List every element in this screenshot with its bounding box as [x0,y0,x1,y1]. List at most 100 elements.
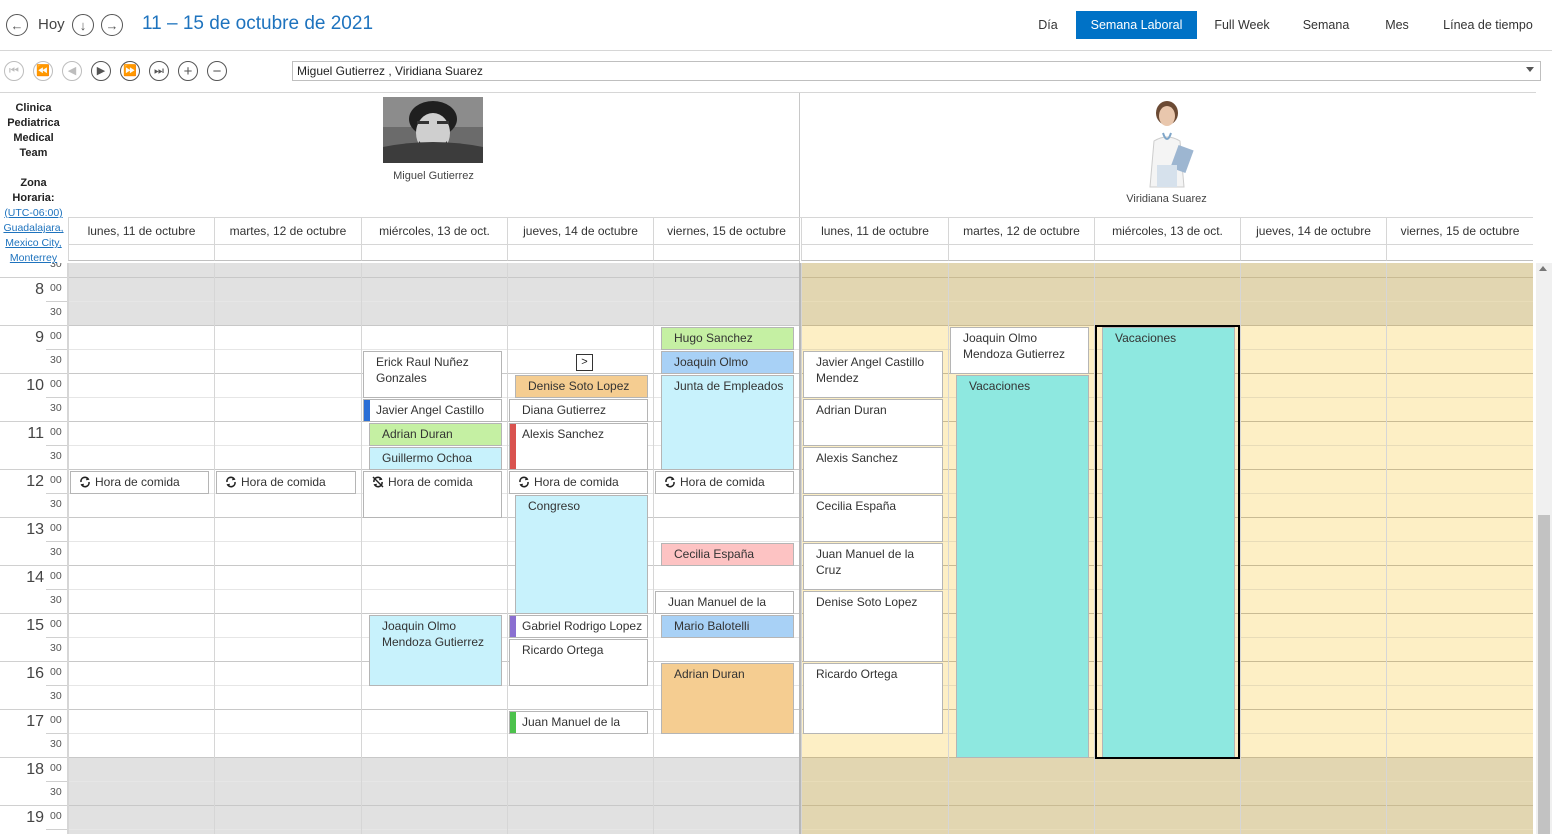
day-header[interactable]: viernes, 15 de octubre [1386,218,1533,244]
appointment[interactable]: Cecilia España [803,495,943,542]
time-grid[interactable]: 0073000830009300010300011300012300013300… [0,263,1533,834]
appointment[interactable]: Javier Angel Castillo [363,399,502,422]
day-header[interactable]: miércoles, 13 de oct. [1094,218,1240,244]
time-slot[interactable] [68,806,799,830]
appointment[interactable]: Gabriel Rodrigo Lopez [509,615,648,638]
first-page-icon[interactable]: ⏮ [4,61,24,81]
appointment-subject: Congreso [528,499,581,513]
time-slot[interactable] [68,782,799,806]
appointment[interactable]: Junta de Empleados [661,375,794,470]
back-arrow-icon[interactable]: ← [6,14,28,36]
day-header[interactable]: lunes, 11 de octubre [68,218,214,244]
down-arrow-icon[interactable]: ↓ [72,14,94,36]
appointment[interactable]: Hora de comida [509,471,648,494]
appointment[interactable]: Congreso [515,495,648,614]
appointment[interactable]: Alexis Sanchez [803,447,943,494]
all-day-cell[interactable] [653,244,799,261]
appointment[interactable]: Juan Manuel de la Cruz [803,543,943,590]
resource-selector[interactable]: Miguel Gutierrez , Viridiana Suarez [292,61,1541,81]
fast-forward-icon[interactable]: ⏩ [120,61,140,81]
appointment[interactable]: Hugo Sanchez [661,327,794,350]
scrollbar-thumb[interactable] [1538,515,1550,834]
all-day-cell[interactable] [1386,244,1533,261]
view-full-week-button[interactable]: Full Week [1204,11,1280,39]
appointment[interactable]: Diana Gutierrez [509,399,648,422]
view-timeline-button[interactable]: Línea de tiempo [1436,11,1540,39]
time-slot[interactable] [801,806,1533,830]
appointment[interactable]: Denise Soto Lopez [803,591,943,662]
forward-arrow-icon[interactable]: → [101,14,123,36]
all-day-cell[interactable] [361,244,507,261]
tz-link-line-2[interactable]: Guadalajara, [3,222,63,234]
appointment[interactable]: Denise Soto Lopez [515,375,648,398]
time-slot[interactable] [68,566,799,590]
today-button[interactable]: Hoy [38,16,65,33]
appointment[interactable]: Adrian Duran [661,663,794,734]
appointment[interactable]: Hora de comida [363,471,502,518]
tz-link-line-1[interactable]: (UTC-06:00) [4,207,62,219]
date-range-title: 11 – 15 de octubre de 2021 [142,13,374,34]
day-header[interactable]: jueves, 14 de octubre [507,218,653,244]
time-slot[interactable] [801,278,1533,302]
all-day-cell[interactable] [948,244,1094,261]
day-header[interactable]: lunes, 11 de octubre [801,218,948,244]
appointment[interactable]: Juan Manuel de la Cruz [655,591,794,614]
last-page-icon[interactable]: ⏭ [149,61,169,81]
all-day-cell[interactable] [1094,244,1240,261]
chevron-down-icon[interactable] [1526,67,1534,72]
appointment[interactable]: Alexis Sanchez [509,423,648,470]
appointment[interactable]: Vacaciones [956,375,1089,758]
appointment[interactable]: Hora de comida [70,471,209,494]
day-header[interactable]: martes, 12 de octubre [948,218,1094,244]
all-day-cell[interactable] [68,244,214,261]
zoom-in-icon[interactable]: + [178,61,198,81]
category-bar [510,712,516,733]
time-slot[interactable] [68,734,799,758]
time-slot[interactable] [801,830,1533,834]
time-slot[interactable] [68,278,799,302]
appointment[interactable]: Hora de comida [655,471,794,494]
time-slot[interactable] [68,758,799,782]
appointment[interactable]: Javier Angel Castillo Mendez [803,351,943,398]
appointment[interactable]: Joaquin Olmo Mendoza Gutierrez [950,327,1089,374]
rewind-icon[interactable]: ⏪ [33,61,53,81]
view-week-button[interactable]: Semana [1292,11,1360,39]
day-header[interactable]: viernes, 15 de octubre [653,218,799,244]
scroll-up-icon[interactable] [1539,266,1547,271]
next-icon[interactable]: ▶ [91,61,111,81]
appointment[interactable]: Guillermo Ochoa [369,447,502,470]
time-slot[interactable] [801,758,1533,782]
appointment[interactable]: Juan Manuel de la Cruz [509,711,648,734]
all-day-cell[interactable] [1240,244,1386,261]
all-day-cell[interactable] [214,244,361,261]
time-slot[interactable] [68,302,799,326]
day-header[interactable]: miércoles, 13 de oct. [361,218,507,244]
time-slot[interactable] [801,782,1533,806]
view-work-week-button[interactable]: Semana Laboral [1076,11,1197,39]
appointment[interactable]: Ricardo Ortega [509,639,648,686]
appointment[interactable]: Ricardo Ortega [803,663,943,734]
expand-arrow-icon[interactable]: > [576,354,593,371]
time-slot[interactable] [68,518,799,542]
day-header[interactable]: jueves, 14 de octubre [1240,218,1386,244]
appointment[interactable]: Adrian Duran [803,399,943,446]
all-day-cell[interactable] [507,244,653,261]
time-slot[interactable] [68,263,799,278]
appointment[interactable]: Cecilia España [661,543,794,566]
time-slot[interactable] [801,263,1533,278]
previous-icon[interactable]: ◀ [62,61,82,81]
time-slot[interactable] [801,302,1533,326]
day-header[interactable]: martes, 12 de octubre [214,218,361,244]
all-day-cell[interactable] [801,244,948,261]
time-slot[interactable] [68,830,799,834]
view-month-button[interactable]: Mes [1372,11,1422,39]
appointment[interactable]: Adrian Duran [369,423,502,446]
appointment[interactable]: Hora de comida [216,471,356,494]
tz-link-line-3[interactable]: Mexico City, [5,237,61,249]
appointment[interactable]: Joaquin Olmo Mendoza Gutierrez [369,615,502,686]
view-day-button[interactable]: Día [1026,11,1070,39]
appointment[interactable]: Joaquin Olmo [661,351,794,374]
appointment[interactable]: Mario Balotelli [661,615,794,638]
zoom-out-icon[interactable]: − [207,61,227,81]
appointment[interactable]: Erick Raul Nuñez Gonzales [363,351,502,398]
